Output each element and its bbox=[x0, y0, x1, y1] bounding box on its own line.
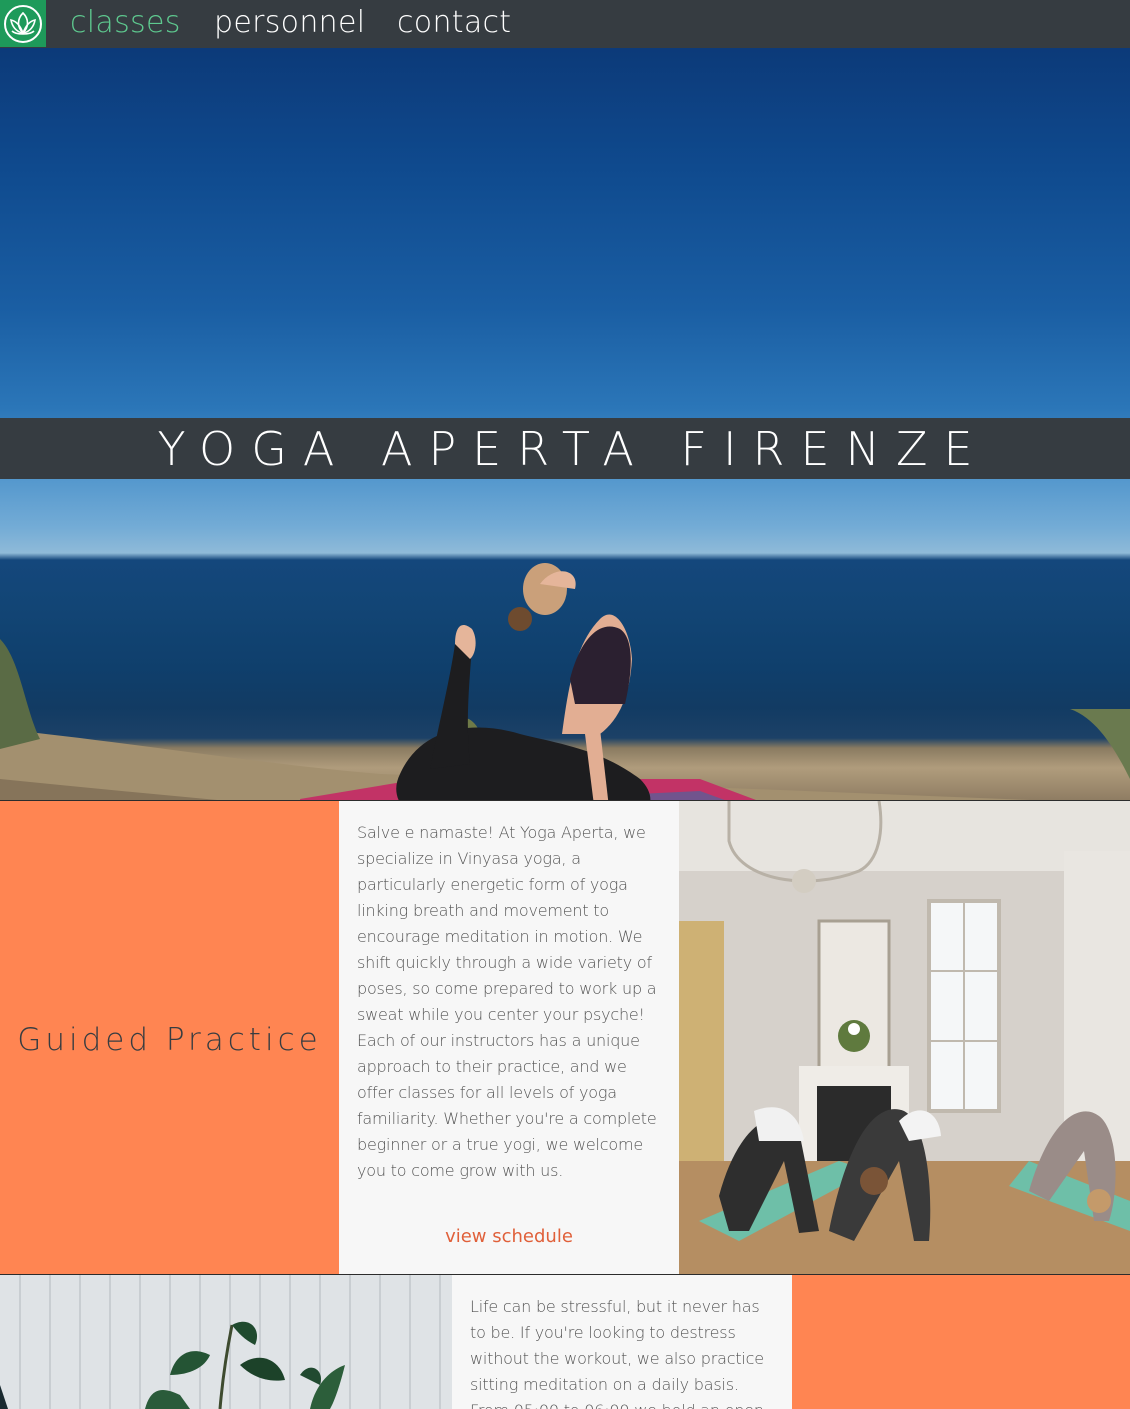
meditation-description: Life can be stressful, but it never has … bbox=[470, 1297, 764, 1409]
view-schedule-link[interactable]: view schedule bbox=[339, 1226, 679, 1247]
guided-practice-heading-panel: Guided Practice bbox=[0, 801, 339, 1274]
lotus-icon bbox=[4, 4, 42, 43]
guided-practice-heading: Guided Practice bbox=[17, 1021, 322, 1058]
meditation-heading-panel bbox=[792, 1275, 1130, 1409]
woman-yoga-pose-by-sea-photo bbox=[0, 563, 1130, 800]
nav-link-personnel[interactable]: personnel bbox=[214, 5, 365, 40]
group-class-illustration bbox=[679, 801, 1130, 1274]
hero-section: YOGA APERTA FIRENZE bbox=[0, 48, 1130, 800]
guided-practice-description: Salve e namaste! At Yoga Aperta, we spec… bbox=[357, 823, 657, 1180]
meditation-text-panel: Life can be stressful, but it never has … bbox=[452, 1275, 792, 1409]
nav-link-classes[interactable]: classes bbox=[70, 5, 181, 40]
home-logo-link[interactable] bbox=[0, 0, 46, 47]
top-nav: classes personnel contact bbox=[0, 0, 1130, 48]
group-yoga-class-photo bbox=[679, 801, 1130, 1274]
meditation-section: Life can be stressful, but it never has … bbox=[0, 1275, 1130, 1409]
plants-illustration bbox=[0, 1275, 452, 1409]
site-title: YOGA APERTA FIRENZE bbox=[157, 421, 989, 476]
nav-link-contact[interactable]: contact bbox=[397, 5, 511, 40]
guided-practice-text-panel: Salve e namaste! At Yoga Aperta, we spec… bbox=[339, 801, 679, 1274]
plants-photo bbox=[0, 1275, 452, 1409]
hero-title-band: YOGA APERTA FIRENZE bbox=[0, 418, 1130, 479]
guided-practice-section: Guided Practice Salve e namaste! At Yoga… bbox=[0, 800, 1130, 1275]
